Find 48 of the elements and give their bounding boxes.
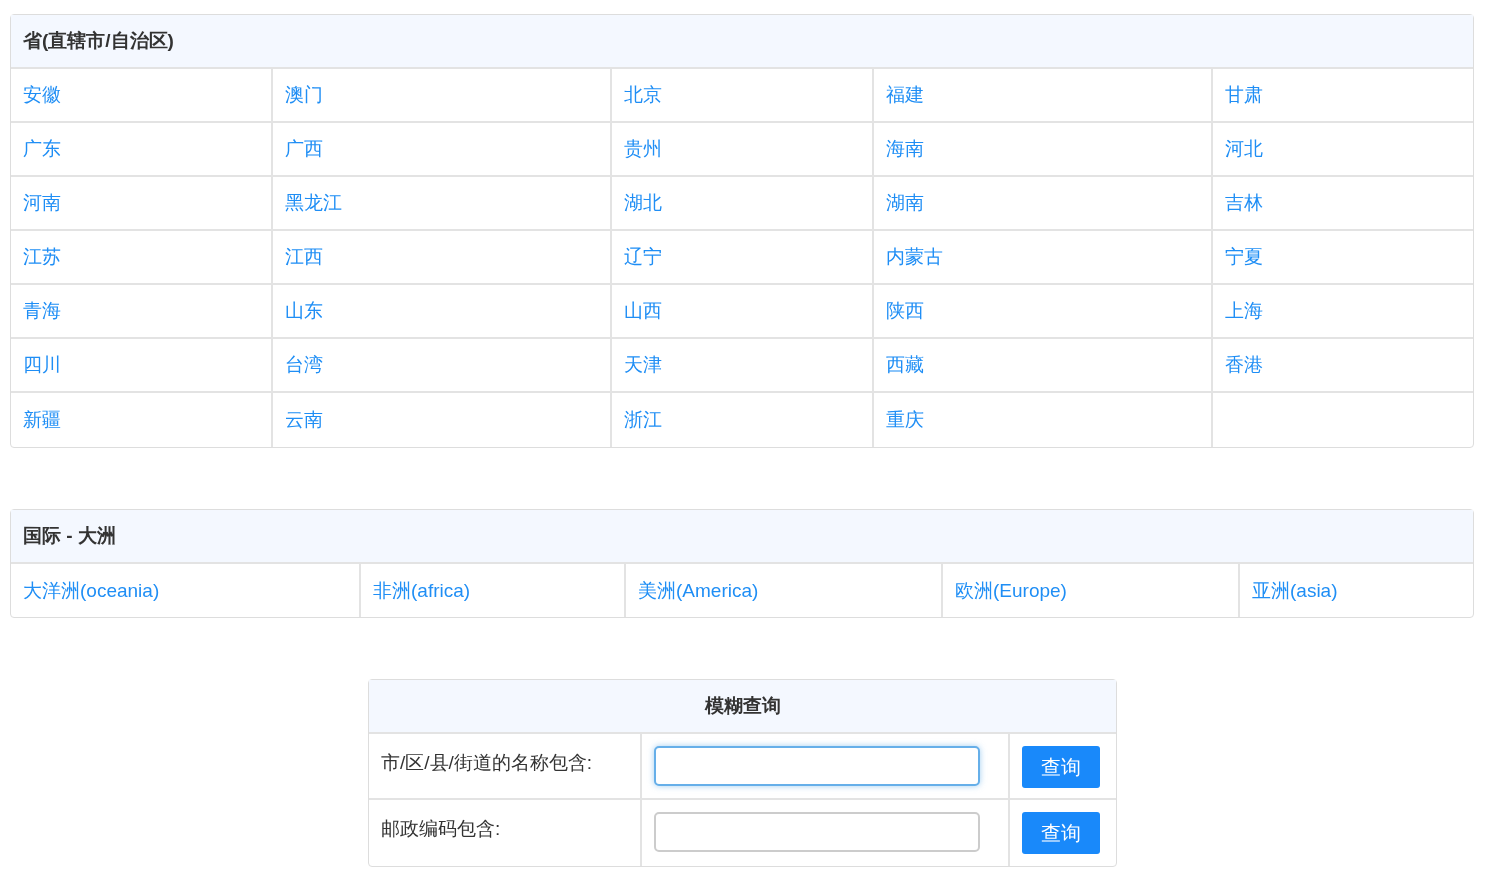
search-button[interactable]: 查询 bbox=[1022, 812, 1100, 854]
region-link[interactable]: 广西 bbox=[285, 138, 323, 159]
field-label: 邮政编码包含: bbox=[381, 818, 501, 839]
region-link[interactable]: 上海 bbox=[1225, 300, 1263, 321]
region-link[interactable]: 内蒙古 bbox=[886, 246, 943, 267]
region-link[interactable]: 黑龙江 bbox=[285, 192, 342, 213]
region-link[interactable]: 台湾 bbox=[285, 354, 323, 375]
field-label: 市/区/县/街道的名称包含: bbox=[381, 752, 593, 773]
region-link[interactable]: 山东 bbox=[285, 300, 323, 321]
region-link[interactable]: 亚洲(asia) bbox=[1252, 579, 1338, 601]
region-link[interactable]: 河北 bbox=[1225, 138, 1263, 159]
region-link[interactable]: 青海 bbox=[23, 300, 61, 321]
table-header: 国际 - 大洲 bbox=[11, 510, 1473, 564]
region-link[interactable]: 河南 bbox=[23, 192, 61, 213]
region-link[interactable]: 贵州 bbox=[624, 138, 662, 159]
region-link[interactable]: 辽宁 bbox=[624, 246, 662, 267]
region-link[interactable]: 海南 bbox=[886, 138, 924, 159]
region-link[interactable]: 美洲(America) bbox=[638, 579, 759, 601]
region-link[interactable]: 安徽 bbox=[23, 84, 61, 105]
region-link[interactable]: 重庆 bbox=[886, 409, 924, 430]
input-field[interactable] bbox=[654, 812, 980, 852]
region-link[interactable]: 山西 bbox=[624, 300, 662, 321]
region-link[interactable]: 浙江 bbox=[624, 409, 662, 430]
region-link[interactable]: 湖南 bbox=[886, 192, 924, 213]
region-link[interactable]: 江西 bbox=[285, 246, 323, 267]
region-link[interactable]: 西藏 bbox=[886, 354, 924, 375]
table-header: 省(直辖市/自治区) bbox=[11, 15, 1473, 69]
input-field[interactable] bbox=[654, 746, 980, 786]
region-link[interactable]: 澳门 bbox=[285, 84, 323, 105]
region-link[interactable]: 福建 bbox=[886, 84, 924, 105]
search-button[interactable]: 查询 bbox=[1022, 746, 1100, 788]
region-link[interactable]: 吉林 bbox=[1225, 192, 1263, 213]
table-header: 模糊查询 bbox=[369, 680, 1116, 734]
region-link[interactable]: 非洲(africa) bbox=[373, 579, 471, 601]
region-link[interactable]: 香港 bbox=[1225, 354, 1263, 375]
region-link[interactable]: 北京 bbox=[624, 84, 662, 105]
region-link[interactable]: 四川 bbox=[23, 354, 61, 375]
region-link[interactable]: 宁夏 bbox=[1225, 246, 1263, 267]
region-link[interactable]: 广东 bbox=[23, 138, 61, 159]
region-link[interactable]: 大洋洲(oceania) bbox=[23, 579, 160, 601]
region-link[interactable]: 欧洲(Europe) bbox=[955, 579, 1067, 601]
region-link[interactable]: 陕西 bbox=[886, 300, 924, 321]
region-link[interactable]: 江苏 bbox=[23, 246, 61, 267]
region-link[interactable]: 新疆 bbox=[23, 409, 61, 430]
region-link[interactable]: 云南 bbox=[285, 409, 323, 430]
region-link[interactable]: 天津 bbox=[624, 354, 662, 375]
region-link[interactable]: 甘肃 bbox=[1225, 84, 1263, 105]
region-link[interactable]: 湖北 bbox=[624, 192, 662, 213]
